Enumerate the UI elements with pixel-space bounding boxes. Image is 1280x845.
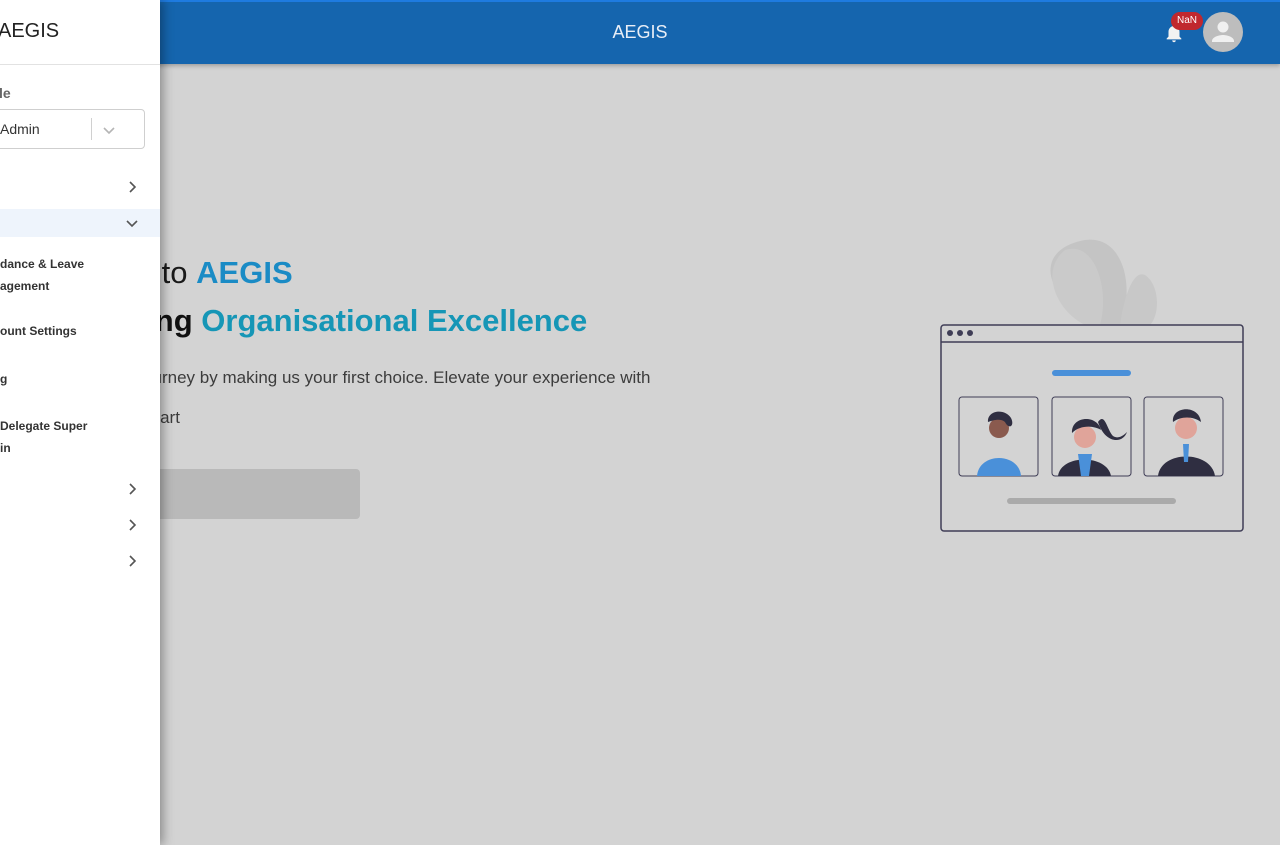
sidebar-subitem-attendance-line1: dance & Leave xyxy=(0,257,85,271)
chevron-right-icon xyxy=(129,181,137,193)
chevron-down-icon[interactable] xyxy=(102,123,116,137)
sidebar-item-4[interactable] xyxy=(0,510,160,540)
sidebar-subitem-delegate-super-admin[interactable]: Delegate Super in xyxy=(0,415,160,459)
role-select[interactable]: Admin xyxy=(0,109,145,149)
chevron-right-icon xyxy=(129,519,137,531)
app-bar: AEGIS xyxy=(0,0,1280,64)
person-icon xyxy=(1212,21,1234,42)
hero-brand: AEGIS xyxy=(196,255,293,290)
hero-accent: Organisational Excellence xyxy=(201,303,588,338)
user-avatar[interactable] xyxy=(1203,12,1243,52)
hero-description: our journey by making us your first choi… xyxy=(110,368,651,387)
sidebar-subitem-account-settings[interactable]: ount Settings xyxy=(0,320,160,344)
sidebar-subitem-attendance-leave[interactable]: dance & Leave agement xyxy=(0,253,160,297)
navigation-drawer: AEGIS le Admin dance & Leave agement oun… xyxy=(0,0,160,845)
sidebar-item-1[interactable] xyxy=(0,172,160,202)
sidebar-subitem-attendance-line2: agement xyxy=(0,279,50,293)
sidebar-item-3[interactable] xyxy=(0,474,160,504)
notification-badge: NaN xyxy=(1171,12,1203,30)
role-select-separator xyxy=(91,118,92,140)
drawer-title: AEGIS xyxy=(0,20,60,42)
role-select-value: Admin xyxy=(0,121,40,137)
drawer-divider xyxy=(0,64,160,65)
sidebar-subitem-3-label: g xyxy=(0,372,8,386)
sidebar-item-2[interactable] xyxy=(0,209,160,237)
sidebar-subitem-3[interactable]: g xyxy=(0,368,160,392)
role-label: le xyxy=(0,85,11,101)
sidebar-subitem-delegate-line2: in xyxy=(0,441,11,455)
sidebar-item-5[interactable] xyxy=(0,546,160,576)
chevron-right-icon xyxy=(129,483,137,495)
video-meeting-illustration xyxy=(940,239,1244,532)
sidebar-subitem-delegate-line1: Delegate Super xyxy=(0,419,88,433)
chevron-right-icon xyxy=(129,555,137,567)
sidebar-subitem-account-label: ount Settings xyxy=(0,324,77,338)
chevron-down-icon xyxy=(126,220,138,228)
hero-heading-line2: shing Organisational Excellence xyxy=(110,303,587,339)
app-bar-title: AEGIS xyxy=(612,22,668,42)
